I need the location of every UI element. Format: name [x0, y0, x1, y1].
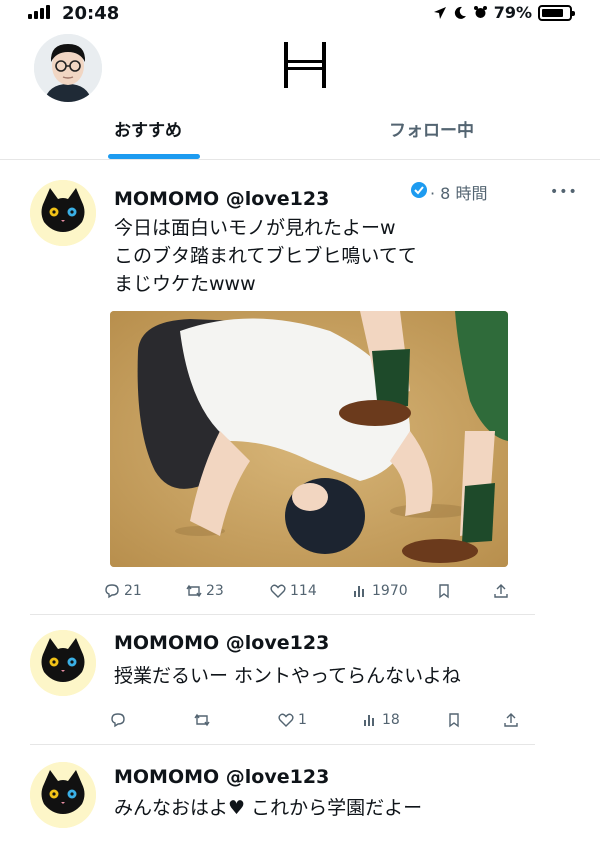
- like-button[interactable]: 114: [270, 583, 317, 599]
- tweet-text-line: みんなおはよ♥ これから学園だよー: [114, 797, 423, 819]
- bookmark-icon: [439, 584, 449, 599]
- retweet-icon: [186, 584, 202, 598]
- status-time: 20:48: [62, 3, 120, 24]
- bookmark-button[interactable]: [446, 712, 462, 728]
- tweet-author[interactable]: MOMOMO @love123: [114, 766, 329, 788]
- views-icon: [354, 586, 364, 597]
- reply-button[interactable]: [110, 712, 130, 728]
- bookmark-button[interactable]: [436, 583, 452, 599]
- tweet-author[interactable]: MOMOMO @love123: [114, 188, 329, 210]
- view-count: 1970: [372, 583, 408, 599]
- moon-icon: [454, 6, 466, 19]
- share-icon: [494, 584, 508, 598]
- status-bar: 20:48 79%: [0, 0, 600, 28]
- share-button[interactable]: [493, 583, 509, 599]
- tweet-actions: 1 18: [0, 712, 600, 736]
- share-icon: [504, 713, 518, 727]
- retweet-button[interactable]: 23: [186, 583, 224, 599]
- tweet-text-line: このブタ踏まれてブヒブヒ鳴いてて: [114, 245, 417, 267]
- location-arrow-icon: [433, 6, 446, 19]
- tweet-author[interactable]: MOMOMO @love123: [114, 632, 329, 654]
- retweet-button[interactable]: [194, 712, 214, 728]
- bookmark-icon: [449, 713, 459, 728]
- header: おすすめ フォロー中: [0, 28, 600, 160]
- status-right-group: 79%: [433, 3, 575, 22]
- reply-count: 21: [124, 583, 142, 599]
- heart-icon: [270, 584, 286, 598]
- tweet-time[interactable]: · 8 時間: [430, 180, 487, 204]
- retweet-icon: [194, 713, 210, 727]
- like-count: 114: [290, 583, 317, 599]
- tweet-text-line: 今日は面白いモノが見れたよーw: [114, 217, 396, 239]
- my-avatar[interactable]: [34, 34, 102, 102]
- more-options-icon[interactable]: •••: [550, 184, 578, 200]
- active-tab-indicator: [108, 154, 200, 159]
- tweet-divider: [30, 744, 535, 745]
- tab-recommended[interactable]: おすすめ: [114, 116, 182, 141]
- signal-icon: [28, 5, 52, 19]
- tweet-divider: [30, 614, 535, 615]
- cat-avatar[interactable]: [30, 630, 96, 696]
- cat-avatar[interactable]: [30, 180, 96, 246]
- reply-button[interactable]: 21: [104, 583, 142, 599]
- share-button[interactable]: [503, 712, 519, 728]
- tweet-text-line: まじウケたwww: [114, 273, 256, 295]
- tweet-text-line: 授業だるいー ホントやってらんないよね: [114, 665, 461, 687]
- tweet-media-image[interactable]: [110, 311, 508, 567]
- battery-icon: [538, 4, 575, 21]
- views-button[interactable]: 18: [362, 712, 400, 728]
- verified-badge-icon: [411, 182, 427, 198]
- tab-following[interactable]: フォロー中: [389, 116, 474, 141]
- heart-icon: [278, 713, 294, 727]
- tweet-actions: 21 23 114 1970: [0, 583, 600, 607]
- reply-icon: [111, 713, 125, 728]
- cat-avatar[interactable]: [30, 762, 96, 828]
- alarm-icon: [473, 6, 487, 18]
- battery-percent: 79%: [493, 3, 532, 22]
- views-button[interactable]: 1970: [352, 583, 408, 599]
- view-count: 18: [382, 712, 400, 728]
- like-button[interactable]: 1: [278, 712, 307, 728]
- views-icon: [364, 715, 374, 726]
- like-count: 1: [298, 712, 307, 728]
- app-logo[interactable]: [278, 38, 332, 92]
- retweet-count: 23: [206, 583, 224, 599]
- reply-icon: [105, 584, 119, 599]
